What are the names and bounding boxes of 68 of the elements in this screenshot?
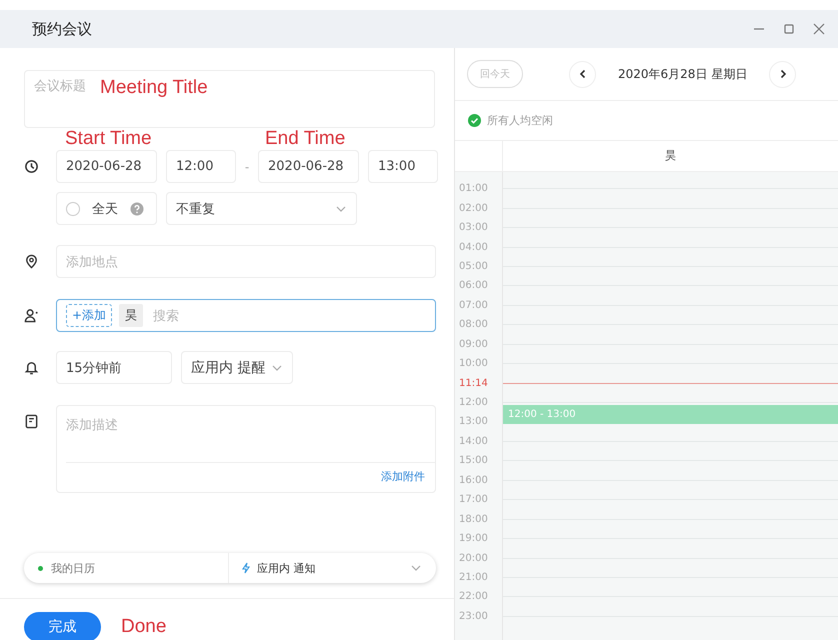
hour-label: 15:00	[458, 455, 489, 466]
hour-label: 04:00	[458, 242, 489, 253]
reminder-method-select[interactable]: 应用内 提醒	[181, 351, 293, 384]
annotation-text: Meeting Title	[100, 77, 208, 99]
attendee-chip[interactable]: 昊	[119, 304, 144, 327]
clock-icon	[24, 159, 39, 174]
hour-label: 03:00	[458, 222, 489, 234]
done-button[interactable]: 完成	[24, 612, 101, 640]
hour-label: 22:00	[458, 591, 489, 602]
add-attachment-link[interactable]: 添加附件	[371, 463, 435, 492]
hour-label: 16:00	[458, 474, 489, 486]
location-pin-icon	[24, 254, 39, 269]
close-icon[interactable]	[812, 22, 826, 36]
availability-status: 所有人均空闲	[487, 113, 553, 128]
hour-label: 10:00	[458, 358, 489, 370]
range-separator: -	[244, 160, 250, 174]
start-date-field[interactable]: 2020-06-28	[56, 150, 157, 183]
current-date: 2020年6月28日 星期日	[618, 66, 748, 82]
all-day-radio[interactable]	[66, 202, 80, 216]
note-icon	[24, 414, 39, 429]
bell-icon	[24, 360, 39, 375]
end-time-field[interactable]: 13:00	[368, 150, 438, 183]
hour-label: 09:00	[458, 338, 489, 350]
start-time-field[interactable]: 12:00	[166, 150, 236, 183]
attendee-field[interactable]: +添加 昊 搜索	[56, 299, 436, 332]
next-day-button[interactable]	[769, 60, 796, 88]
current-time-label: 11:14	[458, 378, 489, 389]
hour-label: 21:00	[458, 572, 489, 583]
hour-label: 07:00	[458, 300, 489, 311]
repeat-select[interactable]: 不重复	[166, 192, 357, 225]
hour-label: 20:00	[458, 552, 489, 564]
calendar-select[interactable]: 我的日历	[24, 553, 229, 583]
check-circle-icon	[468, 114, 481, 127]
lightning-icon	[241, 562, 251, 574]
attendee-column-header: 昊	[664, 148, 677, 164]
hour-label: 05:00	[458, 260, 489, 272]
chevron-down-icon	[271, 364, 283, 372]
hour-label: 17:00	[458, 494, 489, 506]
chevron-left-icon	[578, 69, 588, 79]
chevron-down-icon	[410, 564, 422, 572]
hour-label: 06:00	[458, 280, 489, 292]
annotation-text: Start Time	[65, 128, 153, 150]
chevron-down-icon	[335, 204, 347, 212]
all-day-label: 全天	[92, 200, 118, 218]
help-icon[interactable]	[130, 202, 144, 216]
description-field[interactable]: 添加描述 添加附件	[56, 405, 436, 493]
title-placeholder: 会议标题	[34, 78, 86, 95]
hour-label: 08:00	[458, 319, 489, 330]
hour-label: 18:00	[458, 514, 489, 525]
reminder-time-field[interactable]: 15分钟前	[56, 351, 172, 384]
hour-label: 14:00	[458, 436, 489, 447]
hour-label: 01:00	[458, 183, 489, 194]
add-attendee-button[interactable]: +添加	[66, 304, 112, 327]
hour-label: 02:00	[458, 202, 489, 214]
annotation-text: Done	[121, 616, 166, 638]
calendar-name: 我的日历	[51, 560, 95, 576]
previous-day-button[interactable]	[569, 60, 596, 88]
hour-label: 13:00	[458, 416, 489, 428]
maximize-icon[interactable]	[782, 22, 796, 36]
notify-select[interactable]: 应用内 通知	[229, 560, 436, 576]
hour-label: 23:00	[458, 610, 489, 622]
hour-label: 19:00	[458, 533, 489, 544]
end-date-field[interactable]: 2020-06-28	[258, 150, 359, 183]
annotation-text: End Time	[265, 128, 346, 150]
window-title: 预约会议	[32, 20, 93, 38]
title-field[interactable]: 会议标题 Meeting Title	[24, 70, 435, 128]
hour-label: 12:00	[458, 397, 489, 408]
add-person-icon	[24, 308, 39, 323]
